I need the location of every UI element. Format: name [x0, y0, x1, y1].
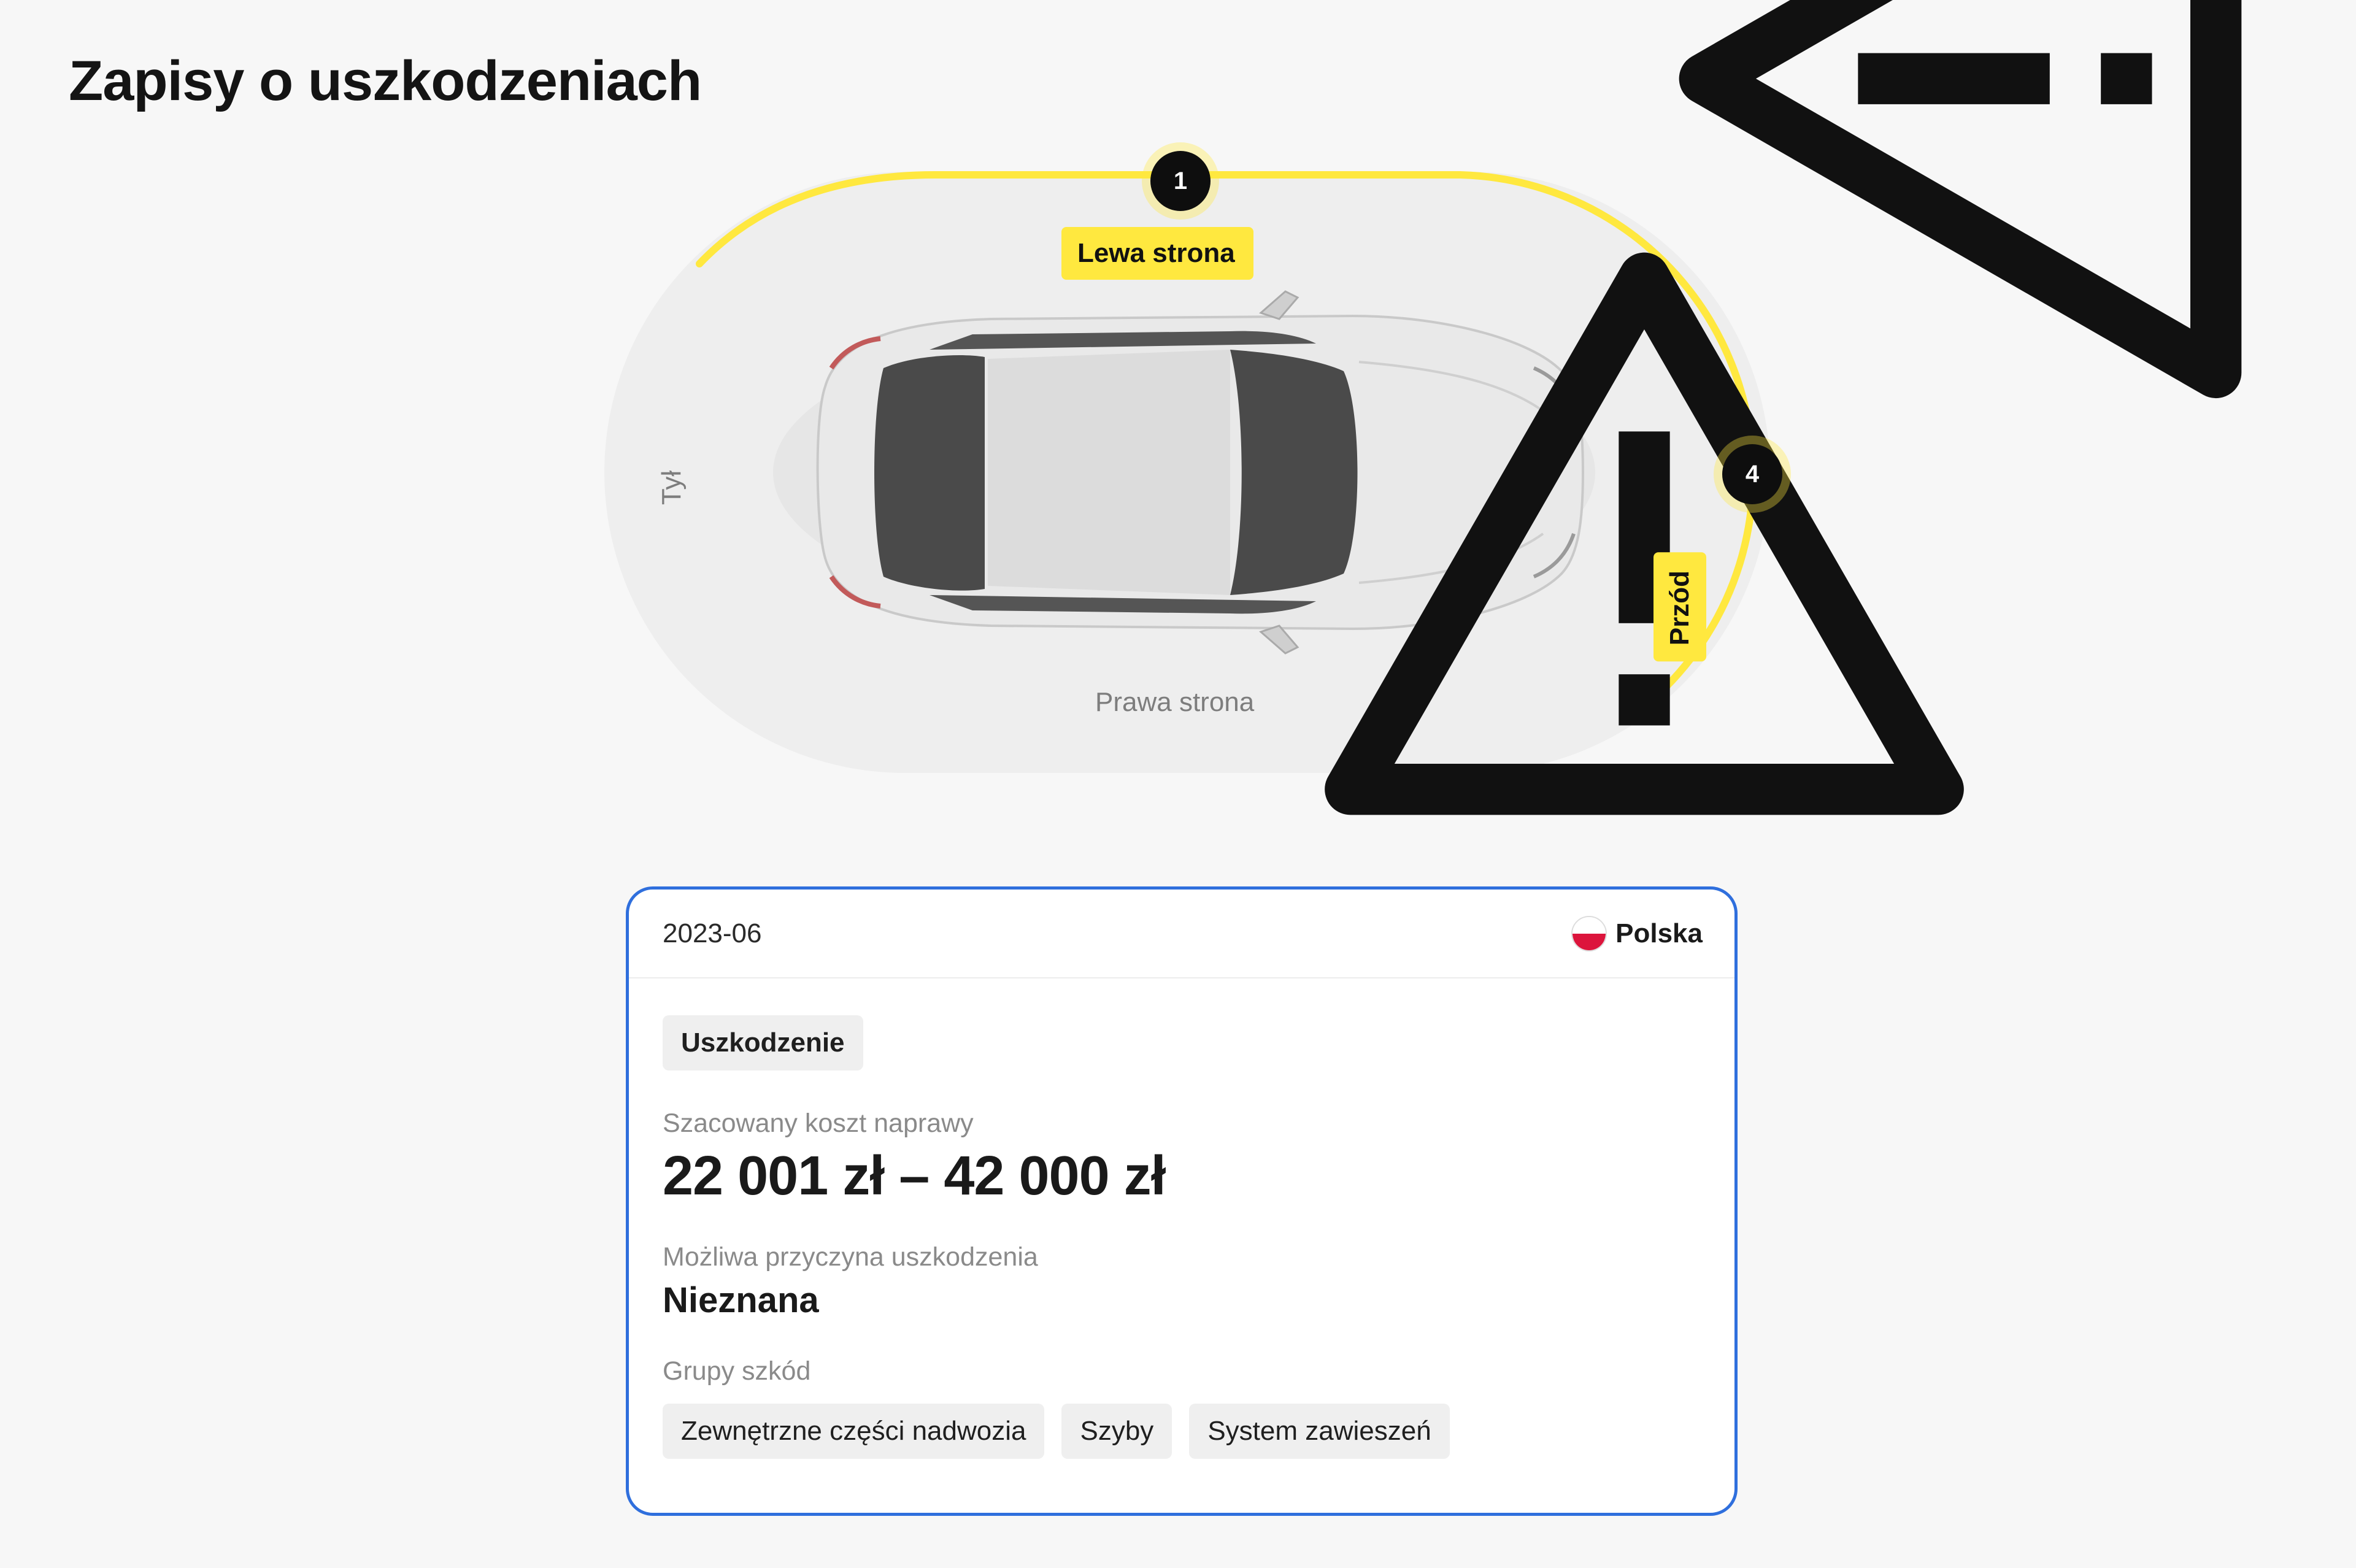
side-tag-front-wrap: Przód — [1653, 0, 2242, 712]
repair-cost-label: Szacowany koszt naprawy — [663, 1109, 974, 1138]
side-label-rear: Tył — [656, 470, 687, 505]
damage-groups-label: Grupy szkód — [663, 1356, 811, 1386]
car-damage-diagram: 1 Lewa strona Przód 4 Prawa strona Tył — [604, 0, 2242, 815]
cause-label: Możliwa przyczyna uszkodzenia — [663, 1242, 1038, 1272]
cause-value: Nieznana — [663, 1280, 819, 1320]
damage-count-marker-front[interactable]: 4 — [1722, 444, 1782, 504]
side-tag-left[interactable]: Lewa strona — [1061, 227, 1964, 815]
record-type-chip: Uszkodzenie — [663, 1015, 863, 1070]
damage-record-card[interactable]: 2023-06 Polska Uszkodzenie Szacowany kos… — [626, 886, 1738, 1516]
damage-groups: Zewnętrzne części nadwozia Szyby System … — [663, 1404, 1701, 1459]
warning-triangle-icon — [1679, 0, 2242, 399]
country-label: Polska — [1615, 918, 1703, 948]
side-label-right: Prawa strona — [1095, 687, 1255, 717]
card-body: Uszkodzenie Szacowany koszt naprawy 22 0… — [629, 978, 1734, 1459]
side-tag-front[interactable]: Przód — [1653, 0, 2242, 662]
damage-group-chip: Szyby — [1061, 1404, 1172, 1459]
card-header: 2023-06 Polska — [629, 890, 1734, 978]
poland-flag-icon — [1571, 915, 1607, 951]
record-date: 2023-06 — [663, 918, 762, 948]
page-title: Zapisy o uszkodzeniach — [69, 50, 702, 112]
damage-records-page: Zapisy o uszkodzeniach 1 Lewa strona Prz… — [0, 0, 2356, 1568]
damage-group-chip: System zawieszeń — [1189, 1404, 1450, 1459]
damage-count-marker-left[interactable]: 1 — [1150, 151, 1211, 211]
record-country: Polska — [1571, 915, 1703, 951]
repair-cost-value: 22 001 zł – 42 000 zł — [663, 1145, 1166, 1207]
damage-group-chip: Zewnętrzne części nadwozia — [663, 1404, 1045, 1459]
